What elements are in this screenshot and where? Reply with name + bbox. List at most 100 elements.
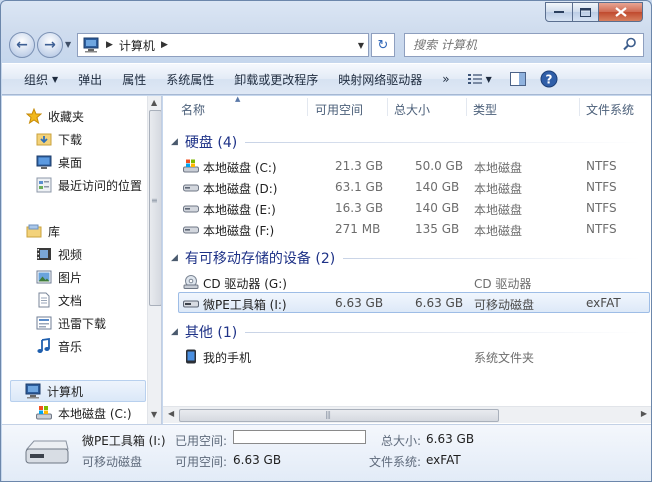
details-free-label: 可用空间: bbox=[175, 455, 228, 469]
group-divider bbox=[245, 331, 641, 333]
column-divider[interactable] bbox=[307, 98, 308, 116]
collapse-triangle-icon[interactable]: ◢ bbox=[171, 137, 178, 147]
column-divider[interactable] bbox=[387, 98, 388, 116]
nav-videos-label: 视频 bbox=[58, 247, 83, 262]
address-bar[interactable]: ▶ 计算机 ▶ ▼ bbox=[77, 33, 369, 57]
recent-pages-dropdown[interactable]: ▼ bbox=[65, 40, 71, 49]
group-hdd[interactable]: ◢ 硬盘 (4) bbox=[171, 132, 641, 152]
organize-menu[interactable]: 组织 ▼ bbox=[2, 66, 68, 92]
caption-buttons bbox=[545, 2, 643, 22]
content-horizontal-scrollbar[interactable]: ◀ ||| ▶ bbox=[163, 406, 651, 423]
system-properties-button[interactable]: 系统属性 bbox=[156, 66, 224, 92]
nav-recent[interactable]: 最近访问的位置 bbox=[36, 174, 161, 196]
drive-row-d[interactable]: 本地磁盘 (D:) 63.1 GB 140 GB 本地磁盘 NTFS bbox=[179, 177, 651, 198]
nav-local-c-label: 本地磁盘 (C:) bbox=[58, 406, 132, 421]
scroll-down-icon[interactable]: ▼ bbox=[151, 410, 157, 419]
other-row-phone[interactable]: 我的手机 系统文件夹 bbox=[179, 346, 651, 367]
nav-documents[interactable]: 文档 bbox=[36, 289, 161, 311]
scroll-right-icon[interactable]: ▶ bbox=[641, 409, 647, 418]
nav-music[interactable]: 音乐 bbox=[36, 335, 161, 357]
preview-pane-button[interactable] bbox=[496, 66, 534, 92]
music-icon bbox=[37, 338, 50, 353]
more-commands-button[interactable]: » bbox=[432, 66, 459, 92]
search-box[interactable] bbox=[404, 33, 644, 57]
scroll-grip-icon: ≡ bbox=[151, 196, 158, 205]
group-divider bbox=[343, 257, 641, 259]
refresh-icon: ↻ bbox=[377, 37, 389, 53]
breadcrumb-separator-icon[interactable]: ▶ bbox=[106, 40, 113, 50]
search-input[interactable] bbox=[413, 34, 623, 56]
nav-downloads[interactable]: 下载 bbox=[36, 128, 161, 150]
back-button[interactable]: ← bbox=[9, 32, 35, 58]
collapse-triangle-icon[interactable]: ◢ bbox=[171, 327, 178, 337]
column-name[interactable]: 名称 bbox=[181, 101, 205, 118]
column-divider[interactable] bbox=[579, 98, 580, 116]
content-scrollbar-thumb[interactable] bbox=[179, 409, 499, 422]
details-fs-label: 文件系统: bbox=[369, 455, 422, 469]
group-other-label: 其他 (1) bbox=[184, 325, 238, 341]
drive-free: 21.3 GB bbox=[335, 159, 384, 173]
group-other[interactable]: ◢ 其他 (1) bbox=[171, 322, 641, 342]
used-space-bar bbox=[233, 430, 366, 444]
minimize-button[interactable] bbox=[545, 2, 573, 22]
nav-desktop[interactable]: 桌面 bbox=[36, 151, 161, 173]
eject-button[interactable]: 弹出 bbox=[68, 66, 112, 92]
nav-favorites-label: 收藏夹 bbox=[48, 109, 85, 124]
drive-fs: NTFS bbox=[586, 222, 617, 236]
breadcrumb-computer[interactable]: 计算机 bbox=[119, 37, 155, 54]
nav-xunlei[interactable]: 迅雷下载 bbox=[36, 312, 161, 334]
column-type[interactable]: 类型 bbox=[473, 101, 497, 118]
item-type: 系统文件夹 bbox=[474, 351, 535, 365]
details-free-value: 6.63 GB bbox=[233, 453, 282, 467]
column-divider[interactable] bbox=[466, 98, 467, 116]
scroll-left-icon[interactable]: ◀ bbox=[168, 409, 174, 418]
address-dropdown-icon[interactable]: ▼ bbox=[358, 41, 364, 50]
nav-videos[interactable]: 视频 bbox=[36, 243, 161, 265]
scroll-up-icon[interactable]: ▲ bbox=[151, 98, 157, 107]
drive-fs: NTFS bbox=[586, 180, 617, 194]
close-button[interactable] bbox=[599, 2, 643, 22]
close-icon bbox=[614, 7, 627, 17]
drive-fs: NTFS bbox=[586, 201, 617, 215]
properties-button[interactable]: 属性 bbox=[112, 66, 156, 92]
details-used-label: 已用空间: bbox=[175, 434, 228, 448]
uninstall-button[interactable]: 卸载或更改程序 bbox=[224, 66, 328, 92]
maximize-button[interactable] bbox=[573, 2, 599, 22]
drive-row-e[interactable]: 本地磁盘 (E:) 16.3 GB 140 GB 本地磁盘 NTFS bbox=[179, 198, 651, 219]
drive-row-g[interactable]: CD 驱动器 (G:) CD 驱动器 bbox=[179, 272, 651, 293]
drive-type: 本地磁盘 bbox=[474, 224, 523, 238]
view-options-button[interactable]: ▼ bbox=[460, 66, 496, 92]
nav-libraries[interactable]: 库 bbox=[26, 220, 161, 242]
chevron-down-icon: ▼ bbox=[485, 74, 492, 84]
nav-favorites[interactable]: 收藏夹 bbox=[26, 105, 161, 127]
downloads-folder-icon bbox=[36, 133, 52, 146]
group-removable[interactable]: ◢ 有可移动存储的设备 (2) bbox=[171, 248, 641, 268]
forward-button[interactable]: → bbox=[37, 32, 63, 58]
drive-row-f[interactable]: 本地磁盘 (F:) 271 MB 135 GB 本地磁盘 NTFS bbox=[179, 219, 651, 240]
drive-row-i[interactable]: 微PE工具箱 (I:) 6.63 GB 6.63 GB 可移动磁盘 exFAT bbox=[178, 292, 650, 313]
help-button[interactable]: ? bbox=[534, 66, 564, 92]
column-total[interactable]: 总大小 bbox=[394, 101, 430, 118]
nav-pictures[interactable]: 图片 bbox=[36, 266, 161, 288]
refresh-button[interactable]: ↻ bbox=[371, 33, 395, 57]
breadcrumb-separator-icon[interactable]: ▶ bbox=[161, 40, 168, 50]
svg-text:?: ? bbox=[545, 73, 552, 87]
drive-fs: exFAT bbox=[586, 296, 621, 310]
nav-documents-label: 文档 bbox=[58, 293, 83, 308]
collapse-triangle-icon[interactable]: ◢ bbox=[171, 253, 178, 263]
details-fs-value: exFAT bbox=[426, 453, 461, 467]
nav-recent-label: 最近访问的位置 bbox=[58, 178, 143, 193]
nav-scrollbar-thumb[interactable] bbox=[149, 110, 161, 306]
column-free[interactable]: 可用空间 bbox=[315, 101, 363, 118]
properties-label: 属性 bbox=[122, 72, 147, 87]
nav-local-c[interactable]: 本地磁盘 (C:) bbox=[36, 402, 161, 424]
nav-scrollbar[interactable]: ▲ ≡ ▼ bbox=[147, 96, 161, 424]
column-headers: 名称 ▲ 可用空间 总大小 类型 文件系统 bbox=[163, 96, 651, 118]
map-drive-button[interactable]: 映射网络驱动器 bbox=[328, 66, 432, 92]
drive-free: 16.3 GB bbox=[335, 201, 384, 215]
drive-row-c[interactable]: 本地磁盘 (C:) 21.3 GB 50.0 GB 本地磁盘 NTFS bbox=[179, 156, 651, 177]
nav-computer[interactable]: 计算机 bbox=[10, 380, 146, 402]
column-fs[interactable]: 文件系统 bbox=[586, 101, 634, 118]
drive-free: 63.1 GB bbox=[335, 180, 384, 194]
chevron-down-icon: ▼ bbox=[52, 74, 59, 84]
